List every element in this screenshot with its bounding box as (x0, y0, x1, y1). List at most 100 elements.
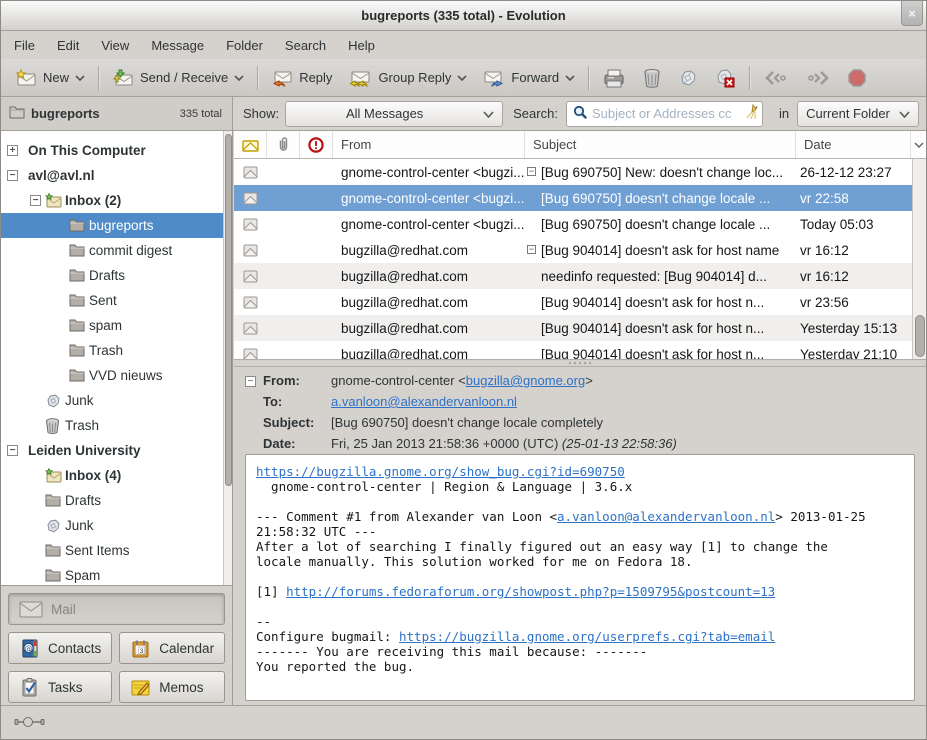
message-row[interactable]: bugzilla@redhat.com needinfo requested: … (234, 263, 912, 289)
message-row[interactable]: gnome-control-center <bugzi... −[Bug 690… (234, 159, 912, 185)
link[interactable]: a.vanloon@alexandervanloon.nl (557, 509, 775, 524)
sidebar-folder-item[interactable]: Sent (1, 288, 223, 313)
message-row[interactable]: gnome-control-center <bugzi... [Bug 6907… (234, 211, 912, 237)
sidebar-folder-item[interactable]: Drafts (1, 263, 223, 288)
group-reply-label: Group Reply (378, 70, 451, 85)
priority-column-header[interactable] (300, 131, 333, 158)
main-area: + On This Computer − avl@avl.nl − Inbox … (1, 131, 926, 707)
folder-label: Junk (65, 393, 94, 408)
thread-collapse-icon[interactable]: − (527, 245, 536, 254)
sidebar-folder-item[interactable]: + On This Computer (1, 138, 223, 163)
link[interactable]: bugzilla@gnome.org (466, 373, 585, 388)
sidebar-scrollbar[interactable] (223, 131, 232, 586)
new-button[interactable]: New (7, 65, 93, 91)
menu-message[interactable]: Message (140, 34, 215, 57)
message-list-scrollbar-thumb[interactable] (915, 315, 925, 357)
sidebar-folder-item[interactable]: Sent Items (1, 538, 223, 563)
link[interactable]: https://bugzilla.gnome.org/show_bug.cgi?… (256, 464, 625, 479)
envelope-read-icon (243, 348, 258, 360)
message-row[interactable]: bugzilla@redhat.com −[Bug 904014] doesn'… (234, 237, 912, 263)
read-status-cell (234, 270, 267, 283)
date-column-header[interactable]: Date (796, 131, 911, 158)
menu-view[interactable]: View (90, 34, 140, 57)
from-column-header[interactable]: From (333, 131, 525, 158)
menu-search[interactable]: Search (274, 34, 337, 57)
sidebar-folder-item[interactable]: Spam (1, 563, 223, 586)
attachment-column-header[interactable] (267, 131, 300, 158)
sidebar-folder-item[interactable]: − Inbox (2) (1, 188, 223, 213)
sidebar-folder-item[interactable]: spam (1, 313, 223, 338)
sidebar-folder-item[interactable]: Trash (1, 413, 223, 438)
reply-button[interactable]: Reply (263, 65, 340, 91)
junk-icon (45, 518, 61, 534)
sidebar-folder-item[interactable]: Trash (1, 338, 223, 363)
group-reply-button[interactable]: Group Reply (340, 65, 475, 91)
not-junk-button[interactable] (706, 64, 744, 92)
folder-tree: + On This Computer − avl@avl.nl − Inbox … (1, 131, 232, 586)
print-button[interactable] (594, 64, 634, 92)
sidebar-folder-item[interactable]: − Leiden University (1, 438, 223, 463)
subject-column-header[interactable]: Subject (525, 131, 796, 158)
back-button[interactable] (755, 65, 797, 91)
sidebar-folder-item[interactable]: Inbox (4) (1, 463, 223, 488)
sidebar-folder-item[interactable]: Drafts (1, 488, 223, 513)
menu-file[interactable]: File (3, 34, 46, 57)
link[interactable]: https://bugzilla.gnome.org/userprefs.cgi… (399, 629, 775, 644)
send-receive-button[interactable]: Send / Receive (104, 65, 252, 91)
sidebar-scrollbar-thumb[interactable] (225, 134, 232, 486)
sidebar-folder-item[interactable]: VVD nieuws (1, 363, 223, 388)
message-date: Yesterday 15:13 (796, 321, 912, 336)
tree-expander-icon[interactable]: − (7, 170, 18, 181)
svg-text:3: 3 (140, 648, 144, 655)
stop-button[interactable] (839, 64, 875, 92)
delete-button[interactable] (634, 64, 670, 92)
tree-expander-icon[interactable]: − (30, 195, 41, 206)
menu-edit[interactable]: Edit (46, 34, 90, 57)
body-line (256, 599, 904, 614)
message-row[interactable]: gnome-control-center <bugzi... [Bug 6907… (234, 185, 912, 211)
printer-icon (602, 68, 626, 88)
column-picker-button[interactable] (911, 131, 926, 158)
body-line: --- Comment #1 from Alexander van Loon <… (256, 509, 904, 524)
group-reply-icon (348, 69, 372, 87)
status-column-header[interactable] (234, 131, 267, 158)
link[interactable]: http://forums.fedoraforum.org/showpost.p… (286, 584, 775, 599)
sidebar-folder-item[interactable]: commit digest (1, 238, 223, 263)
message-list-scrollbar[interactable] (912, 159, 926, 359)
tasks-switcher-button[interactable]: Tasks (8, 671, 112, 703)
folder-label: Drafts (65, 493, 101, 508)
menu-help[interactable]: Help (337, 34, 386, 57)
online-status-icon[interactable] (14, 716, 46, 731)
contacts-switcher-button[interactable]: @ Contacts (8, 632, 112, 664)
tree-expander-icon[interactable]: + (7, 145, 18, 156)
sidebar-folder-item[interactable]: bugreports (1, 213, 223, 238)
sidebar-folder-item[interactable]: Junk (1, 388, 223, 413)
mail-switcher-button[interactable]: Mail (8, 593, 225, 625)
folder-icon (69, 293, 85, 307)
sidebar-folder-item[interactable]: − avl@avl.nl (1, 163, 223, 188)
clear-search-icon[interactable] (744, 104, 758, 123)
message-subject: [Bug 690750] doesn't change locale ... (541, 191, 770, 206)
memos-switcher-button[interactable]: Memos (119, 671, 225, 703)
message-row[interactable]: bugzilla@redhat.com [Bug 904014] doesn't… (234, 341, 912, 359)
junk-button[interactable] (670, 64, 706, 92)
close-button[interactable]: × (901, 1, 923, 26)
sidebar-folder-item[interactable]: Junk (1, 513, 223, 538)
menu-folder[interactable]: Folder (215, 34, 274, 57)
pane-splitter[interactable] (234, 359, 926, 367)
forward-nav-button[interactable] (797, 65, 839, 91)
show-filter-dropdown[interactable]: All Messages (285, 101, 503, 127)
calendar-switcher-button[interactable]: 3 Calendar (119, 632, 225, 664)
message-row[interactable]: bugzilla@redhat.com [Bug 904014] doesn't… (234, 315, 912, 341)
message-date: vr 23:56 (796, 295, 912, 310)
inbox-icon (45, 468, 62, 483)
search-scope-dropdown[interactable]: Current Folder (797, 101, 919, 127)
link[interactable]: a.vanloon@alexandervanloon.nl (331, 394, 517, 409)
forward-button[interactable]: Forward (475, 65, 583, 91)
search-input[interactable] (592, 106, 740, 121)
message-row[interactable]: bugzilla@redhat.com [Bug 904014] doesn't… (234, 289, 912, 315)
show-label: Show: (243, 106, 279, 121)
collapse-headers-button[interactable]: − (245, 376, 256, 387)
thread-collapse-icon[interactable]: − (527, 167, 536, 176)
tree-expander-icon[interactable]: − (7, 445, 18, 456)
